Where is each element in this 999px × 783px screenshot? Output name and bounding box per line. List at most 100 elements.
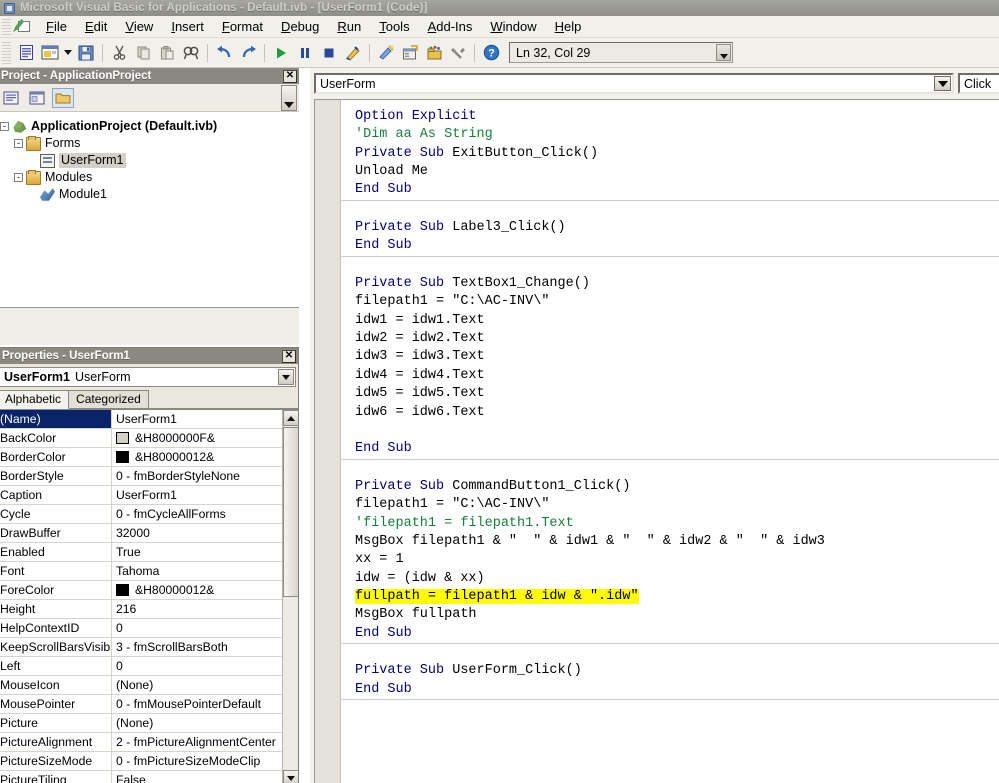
cut-icon[interactable] <box>107 41 131 65</box>
property-value-cell[interactable]: (None) <box>112 676 298 694</box>
property-value-cell[interactable]: 0 <box>112 619 298 637</box>
properties-panel-close-icon[interactable]: ✕ <box>282 349 296 363</box>
view-code-icon[interactable] <box>0 88 22 108</box>
property-row[interactable]: MousePointer 0 - fmMousePointerDefault <box>0 695 298 714</box>
project-tree-item[interactable]: - Modules <box>0 169 299 186</box>
property-value-cell[interactable]: Tahoma <box>112 562 298 580</box>
property-value-cell[interactable]: 2 - fmPictureAlignmentCenter <box>112 733 298 751</box>
property-value-cell[interactable]: &H80000012& <box>112 581 298 599</box>
project-tree-item[interactable]: - ApplicationProject (Default.ivb) <box>0 118 299 135</box>
object-browser-icon[interactable] <box>422 41 446 65</box>
find-icon[interactable] <box>179 41 203 65</box>
property-row[interactable]: PictureSizeMode 0 - fmPictureSizeModeClip <box>0 752 298 771</box>
property-row[interactable]: Height 216 <box>0 600 298 619</box>
property-row[interactable]: Enabled True <box>0 543 298 562</box>
code-editor[interactable]: Option Explicit 'Dim aa As String Private … <box>314 99 999 783</box>
property-row[interactable]: Picture (None) <box>0 714 298 733</box>
project-explorer-icon[interactable] <box>374 41 398 65</box>
property-value-cell[interactable]: &H8000000F& <box>112 429 298 447</box>
property-row[interactable]: BackColor &H8000000F& <box>0 429 298 448</box>
property-row[interactable]: Left 0 <box>0 657 298 676</box>
insert-userform-icon[interactable] <box>38 41 62 65</box>
pause-icon[interactable] <box>293 41 317 65</box>
view-excel-icon[interactable] <box>14 41 38 65</box>
property-value-cell[interactable]: 0 - fmCycleAllForms <box>112 505 298 523</box>
menu-item-file[interactable]: File <box>37 17 76 37</box>
paste-icon[interactable] <box>155 41 179 65</box>
property-row[interactable]: HelpContextID 0 <box>0 619 298 638</box>
project-tree-item[interactable]: Module1 <box>0 186 299 203</box>
menubar-grip[interactable] <box>2 18 11 35</box>
property-row[interactable]: KeepScrollBarsVisible 3 - fmScrollBarsBot… <box>0 638 298 657</box>
chevron-down-icon[interactable] <box>934 76 951 91</box>
chevron-down-icon[interactable] <box>278 369 294 385</box>
properties-tab-categorized[interactable]: Categorized <box>68 390 149 408</box>
code-margin-indicator-bar[interactable] <box>315 100 341 783</box>
toggle-folders-icon[interactable] <box>52 87 74 108</box>
property-value-cell[interactable]: 216 <box>112 600 298 618</box>
property-value-cell[interactable]: UserForm1 <box>112 486 298 504</box>
property-row[interactable]: MouseIcon (None) <box>0 676 298 695</box>
tree-expander-icon[interactable]: - <box>0 122 9 131</box>
redo-icon[interactable] <box>236 41 260 65</box>
project-tree-item[interactable]: UserForm1 <box>0 152 299 169</box>
toolbar-grip[interactable] <box>2 41 11 64</box>
property-value-cell[interactable]: 0 - fmBorderStyleNone <box>112 467 298 485</box>
property-value-cell[interactable]: 0 - fmMousePointerDefault <box>112 695 298 713</box>
project-panel-scroll-thumb[interactable] <box>281 85 297 111</box>
copy-icon[interactable] <box>131 41 155 65</box>
property-value-cell[interactable]: 0 - fmPictureSizeModeClip <box>112 752 298 770</box>
view-object-icon[interactable] <box>26 88 48 108</box>
insert-dropdown-icon[interactable] <box>62 41 74 65</box>
property-row[interactable]: PictureTiling False <box>0 771 298 783</box>
procedure-dropdown[interactable]: Click <box>958 73 999 94</box>
tree-expander-icon[interactable]: - <box>14 173 23 182</box>
property-row[interactable]: Cycle 0 - fmCycleAllForms <box>0 505 298 524</box>
scroll-up-icon[interactable] <box>283 410 298 426</box>
scrollbar-thumb[interactable] <box>283 427 298 597</box>
menu-item-insert[interactable]: Insert <box>162 17 213 37</box>
property-value-cell[interactable]: &H80000012& <box>112 448 298 466</box>
menu-item-edit[interactable]: Edit <box>76 17 116 37</box>
property-row[interactable]: Caption UserForm1 <box>0 486 298 505</box>
menu-item-tools[interactable]: Tools <box>370 17 418 37</box>
property-row[interactable]: DrawBuffer 32000 <box>0 524 298 543</box>
save-icon[interactable] <box>74 41 98 65</box>
stop-icon[interactable] <box>317 41 341 65</box>
project-tree-item[interactable]: - Forms <box>0 135 299 152</box>
property-row[interactable]: Font Tahoma <box>0 562 298 581</box>
project-panel-close-icon[interactable]: ✕ <box>283 69 297 83</box>
toolbar-overflow-icon[interactable] <box>716 44 731 61</box>
property-value-cell[interactable]: False <box>112 771 298 783</box>
help-icon[interactable]: ? <box>479 41 503 65</box>
run-icon[interactable] <box>269 41 293 65</box>
property-value-cell[interactable]: 3 - fmScrollBarsBoth <box>112 638 298 656</box>
properties-scrollbar[interactable] <box>282 410 298 783</box>
property-row[interactable]: (Name) UserForm1 <box>0 410 298 429</box>
property-row[interactable]: BorderStyle 0 - fmBorderStyleNone <box>0 467 298 486</box>
menu-item-help[interactable]: Help <box>546 17 591 37</box>
menu-item-view[interactable]: View <box>116 17 162 37</box>
menu-item-add-ins[interactable]: Add-Ins <box>419 17 482 37</box>
property-value-cell[interactable]: 32000 <box>112 524 298 542</box>
design-mode-icon[interactable] <box>341 41 365 65</box>
menu-item-debug[interactable]: Debug <box>272 17 328 37</box>
tree-expander-icon[interactable]: - <box>14 139 23 148</box>
undo-icon[interactable] <box>212 41 236 65</box>
properties-object-selector[interactable]: UserForm1 UserForm <box>0 367 296 387</box>
scroll-down-icon[interactable] <box>283 770 298 783</box>
property-value-cell[interactable]: True <box>112 543 298 561</box>
properties-window-icon[interactable] <box>398 41 422 65</box>
menu-item-window[interactable]: Window <box>481 17 545 37</box>
code-text-content[interactable]: Option Explicit 'Dim aa As String Private … <box>341 100 999 783</box>
menu-item-format[interactable]: Format <box>213 17 272 37</box>
property-row[interactable]: ForeColor &H80000012& <box>0 581 298 600</box>
properties-tab-alphabetic[interactable]: Alphabetic <box>0 390 70 409</box>
property-value-cell[interactable]: UserForm1 <box>112 410 298 428</box>
property-row[interactable]: BorderColor &H80000012& <box>0 448 298 467</box>
toolbox-icon[interactable] <box>446 41 470 65</box>
property-value-cell[interactable]: 0 <box>112 657 298 675</box>
property-value-cell[interactable]: (None) <box>112 714 298 732</box>
menu-item-run[interactable]: Run <box>328 17 370 37</box>
object-dropdown[interactable]: UserForm <box>314 73 954 94</box>
